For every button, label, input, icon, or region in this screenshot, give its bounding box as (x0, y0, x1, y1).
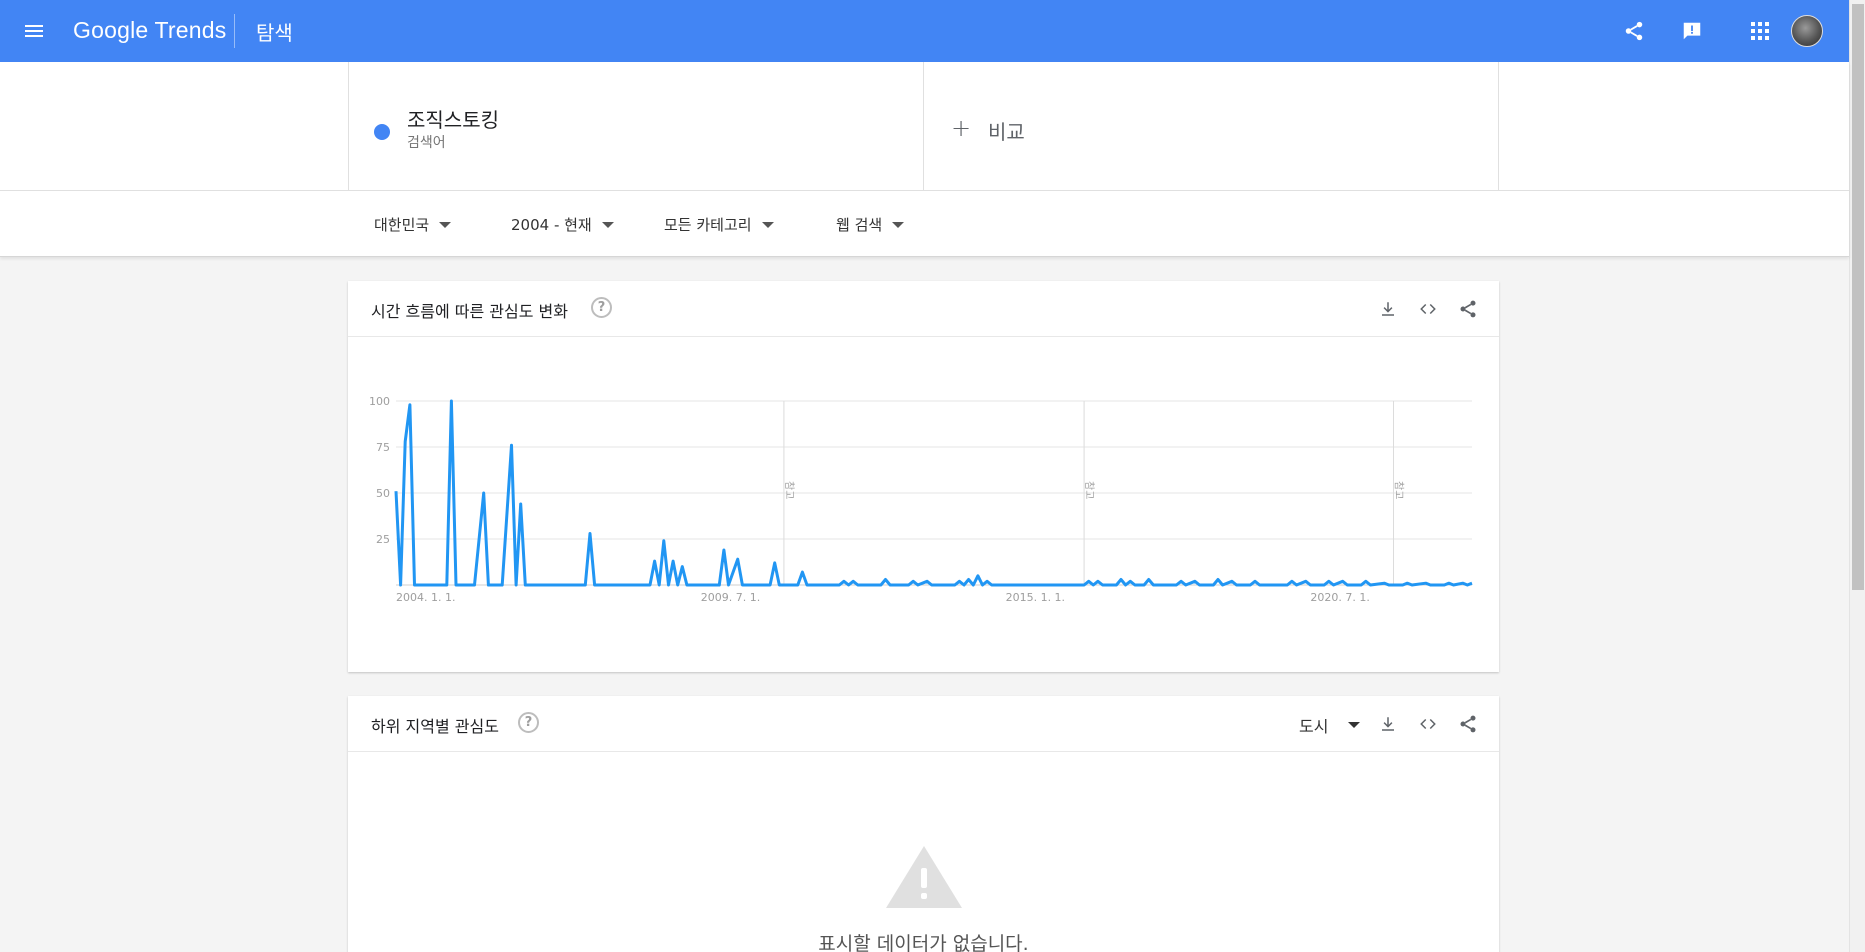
y-tick-label: 100 (369, 395, 390, 408)
chevron-down-icon (1348, 722, 1361, 728)
y-tick-label: 75 (376, 441, 390, 454)
term-color-dot (374, 124, 390, 140)
apps-icon[interactable] (1745, 16, 1775, 46)
chevron-down-icon (892, 221, 905, 228)
compare-label: 비교 (988, 120, 1025, 144)
card-header: 하위 지역별 관심도 ? 도시 (348, 696, 1499, 752)
region-filter[interactable]: 대한민국 (374, 214, 452, 235)
search-type-filter-label: 웹 검색 (836, 216, 883, 234)
no-data-message: 표시할 데이터가 없습니다. (818, 933, 1029, 952)
x-tick-label: 2009. 7. 1. (701, 591, 760, 604)
note-marker-label: 참고 (783, 481, 795, 499)
warning-icon (884, 844, 964, 914)
chevron-down-icon (761, 221, 774, 228)
help-icon[interactable]: ? (518, 712, 539, 733)
google-trends-logo[interactable]: Google Trends (73, 17, 226, 44)
subregion-interest-card: 하위 지역별 관심도 ? 도시 표시할 데이터가 없습니다. (348, 696, 1499, 952)
plus-icon: + (951, 114, 972, 142)
category-filter-label: 모든 카테고리 (664, 216, 752, 234)
download-icon[interactable] (1374, 295, 1402, 323)
card-title: 하위 지역별 관심도 (371, 717, 499, 736)
scrollbar-thumb[interactable] (1852, 4, 1864, 590)
feedback-icon[interactable] (1677, 16, 1707, 46)
x-tick-label: 2004. 1. 1. (396, 591, 455, 604)
note-marker-label: 참고 (1083, 481, 1095, 499)
x-tick-label: 2020. 7. 1. (1310, 591, 1369, 604)
page-title: 탐색 (256, 21, 293, 45)
search-terms-bar: 조직스토킹 검색어 + 비교 (348, 62, 1499, 190)
x-tick-label: 2015. 1. 1. (1006, 591, 1065, 604)
chevron-down-icon (439, 221, 452, 228)
compare-button[interactable]: + 비교 (925, 62, 1500, 190)
interest-line-chart[interactable]: 100 75 50 25 참고 참고 참고 2004. 1. 1. 2009. 7. 1. 201… (348, 337, 1499, 672)
y-tick-label: 50 (376, 487, 390, 500)
vertical-scrollbar[interactable] (1849, 0, 1865, 952)
period-filter[interactable]: 2004 - 현재 (511, 214, 614, 235)
embed-code-icon[interactable] (1414, 710, 1442, 738)
region-filter-label: 대한민국 (374, 216, 430, 234)
resolution-select[interactable]: 도시 (1299, 713, 1361, 737)
top-app-bar: Google Trends 탐색 (0, 0, 1849, 62)
share-icon[interactable] (1619, 16, 1649, 46)
topbar-divider (234, 14, 235, 48)
resolution-value: 도시 (1299, 717, 1329, 736)
download-icon[interactable] (1374, 710, 1402, 738)
share-icon[interactable] (1454, 295, 1482, 323)
embed-code-icon[interactable] (1414, 295, 1442, 323)
search-term-name[interactable]: 조직스토킹 (407, 104, 499, 133)
period-filter-label: 2004 - 현재 (511, 216, 592, 234)
note-marker-label: 참고 (1392, 481, 1404, 499)
category-filter[interactable]: 모든 카테고리 (664, 214, 774, 235)
search-term-type: 검색어 (407, 135, 446, 151)
account-avatar[interactable] (1791, 15, 1823, 47)
share-icon[interactable] (1454, 710, 1482, 738)
explore-header: 조직스토킹 검색어 + 비교 대한민국 2004 - 현재 모든 카테고리 웹 … (0, 62, 1849, 257)
filters-divider (0, 190, 1849, 191)
card-title: 시간 흐름에 따른 관심도 변화 (371, 302, 568, 321)
search-type-filter[interactable]: 웹 검색 (836, 214, 905, 235)
chevron-down-icon (601, 221, 614, 228)
menu-icon[interactable] (20, 17, 48, 45)
help-icon[interactable]: ? (591, 297, 612, 318)
card-header: 시간 흐름에 따른 관심도 변화 ? (348, 281, 1499, 337)
search-term-card[interactable]: 조직스토킹 검색어 (349, 62, 924, 190)
y-tick-label: 25 (376, 533, 390, 546)
interest-over-time-card: 시간 흐름에 따른 관심도 변화 ? 100 75 50 25 참고 참고 참고 2004. … (348, 281, 1499, 672)
